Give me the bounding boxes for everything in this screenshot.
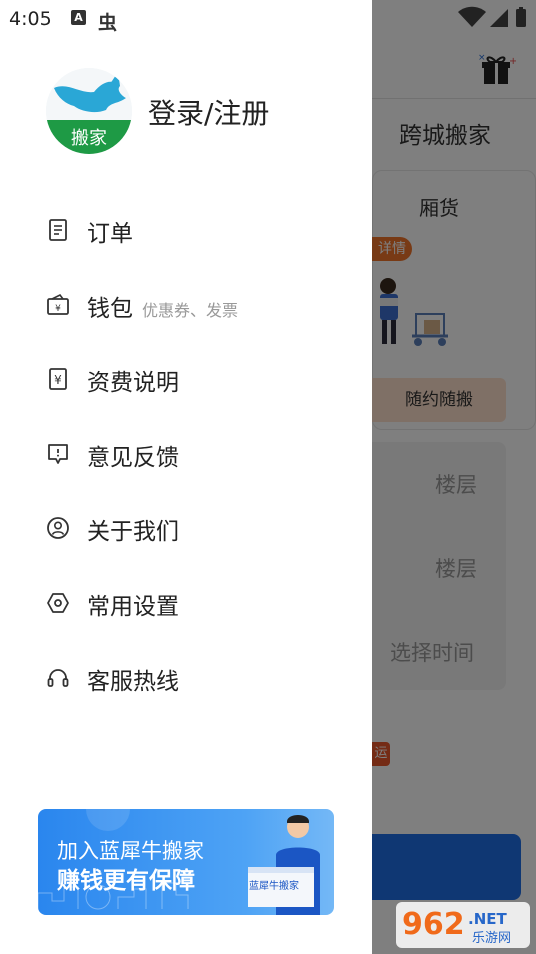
menu-item-settings[interactable]: 常用设置 [0, 575, 372, 631]
watermark-site: 乐游网 [472, 931, 511, 946]
menu-label-wallet: 钱包 [87, 296, 133, 322]
watermark-logo: 962 .NET 乐游网 [396, 902, 530, 948]
join-promo-banner[interactable]: 加入蓝犀牛搬家 赚钱更有保障 蓝犀牛搬家 [38, 809, 334, 915]
menu-label-about: 关于我们 [87, 519, 179, 545]
status-bar: 4:05 A 虫 [0, 0, 536, 38]
menu-item-feedback[interactable]: 意见反馈 [0, 426, 372, 482]
watermark-962: 962 [402, 907, 465, 942]
menu-label-orders: 订单 [87, 221, 133, 247]
notification-a-icon: A [71, 10, 86, 25]
box-label: 蓝犀牛搬家 [249, 879, 299, 892]
bug-icon: 虫 [98, 12, 118, 34]
side-drawer: 搬家 登录/注册 订单 ¥ 钱包 优惠券、发票 ¥ 资费说明 意见反馈 关于我们… [0, 0, 372, 954]
watermark-net: .NET [468, 910, 507, 928]
menu-label-hotline: 客服热线 [87, 669, 179, 695]
promo-subtitle: 赚钱更有保障 [57, 868, 195, 894]
fee-icon: ¥ [49, 368, 67, 390]
menu-label-settings: 常用设置 [87, 594, 179, 620]
menu-label-fees: 资费说明 [87, 370, 179, 396]
menu-item-wallet[interactable]: ¥ 钱包 优惠券、发票 [0, 277, 372, 333]
signal-icon [490, 9, 508, 27]
wifi-icon [458, 6, 486, 27]
login-register-link[interactable]: 登录/注册 [148, 92, 269, 132]
feedback-icon [48, 444, 68, 464]
menu-item-fees[interactable]: ¥ 资费说明 [0, 351, 372, 407]
logo-icon: 搬家 [46, 68, 132, 154]
avatar[interactable]: 搬家 [46, 68, 132, 154]
wallet-subtitle: 优惠券、发票 [142, 301, 239, 320]
svg-text:¥: ¥ [55, 304, 61, 314]
settings-icon [47, 593, 69, 613]
battery-icon [516, 7, 526, 27]
menu-item-about[interactable]: 关于我们 [0, 500, 372, 556]
order-icon [49, 219, 67, 241]
menu-item-hotline[interactable]: 客服热线 [0, 650, 372, 706]
mover-person-illustration: 蓝犀牛搬家 [248, 815, 320, 915]
status-icons [458, 6, 526, 27]
menu-item-orders[interactable]: 订单 [0, 202, 372, 258]
status-time: 4:05 [9, 8, 52, 30]
logo-text: 搬家 [71, 128, 107, 149]
about-icon [47, 517, 69, 539]
menu-label-feedback: 意见反馈 [87, 445, 179, 471]
svg-text:¥: ¥ [54, 373, 62, 387]
wallet-icon: ¥ [47, 293, 69, 315]
headset-icon [47, 669, 69, 687]
